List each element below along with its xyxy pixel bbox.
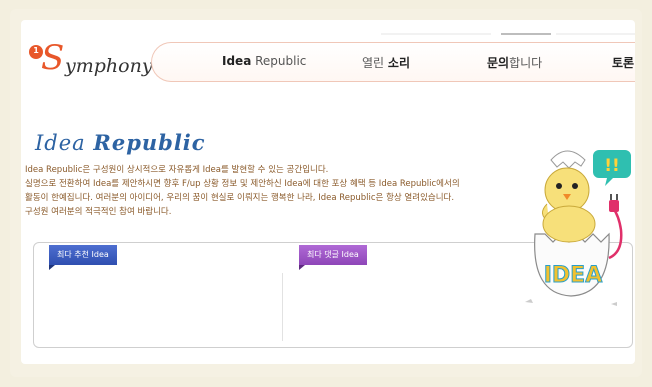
top-border-lines: [381, 33, 635, 35]
nav-item-open-voice-light: 열린: [362, 56, 388, 70]
description-line: 활동이 한예집니다. 여러분의 아이디어, 우리의 꿈이 현실로 이뤄지는 행복…: [25, 193, 455, 203]
main-nav: Idea Republic 열린 소리 문의합니다 토론: [151, 42, 635, 82]
nav-item-discussion-bold: 토론: [612, 56, 635, 70]
nav-item-idea-republic-bold: Idea: [222, 54, 252, 68]
mascot-sign-text: IDEA: [544, 263, 603, 288]
nav-item-inquiry[interactable]: 문의합니다: [487, 54, 542, 71]
logo-wordmark: ymphony: [65, 55, 153, 77]
nav-item-idea-republic-light: Republic: [251, 54, 307, 68]
page-description: Idea Republic은 구성원이 상시적으로 자유롭게 Idea를 발현할…: [25, 163, 535, 219]
bubble-text: !!: [604, 156, 620, 176]
exclamation-bubble-icon: !!: [593, 150, 631, 186]
page-title-strong: Republic: [93, 130, 206, 155]
nav-item-open-voice-bold: 소리: [387, 56, 410, 70]
description-line: Idea Republic은 구성원이 상시적으로 자유롭게 Idea를 발현할…: [25, 165, 329, 175]
logo-badge-number: 1: [33, 46, 39, 55]
nav-item-idea-republic[interactable]: Idea Republic: [222, 54, 306, 68]
nav-item-discussion[interactable]: 토론: [612, 54, 634, 71]
nav-item-inquiry-bold: 문의: [487, 56, 510, 70]
description-line: 실명으로 전환하여 Idea를 제안하시면 향후 F/up 상황 정보 및 제안…: [25, 179, 460, 189]
description-line: 구성원 여러분의 적극적인 참여 바랍니다.: [25, 207, 172, 217]
box-divider: [282, 273, 283, 341]
chick-egg-mascot-icon: !! IDEA: [525, 150, 631, 306]
tab-ribbon-fold: [299, 265, 305, 270]
page-title-light: Idea: [35, 131, 94, 155]
nav-item-inquiry-light: 합니다: [509, 56, 543, 70]
nav-item-open-voice[interactable]: 열린 소리: [362, 54, 410, 71]
logo-initial: S: [41, 38, 65, 78]
tab-ribbon-fold: [49, 265, 55, 270]
page-title: Idea Republic: [35, 130, 206, 155]
screenshot-panel: 1 S ymphony Idea Republic 열린 소리 문의합니다 토론…: [21, 20, 635, 364]
tab-most-commented[interactable]: 최다 댓글 Idea: [299, 245, 367, 265]
tab-most-recommended[interactable]: 최다 추천 Idea: [49, 245, 117, 265]
